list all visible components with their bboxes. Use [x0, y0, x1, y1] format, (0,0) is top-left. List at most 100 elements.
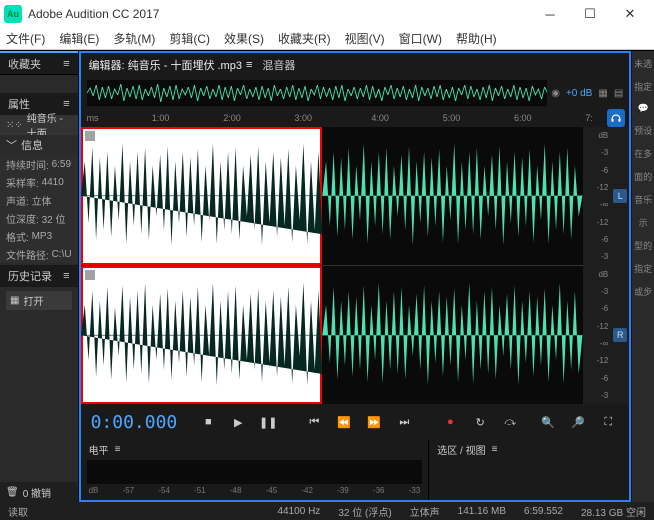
mixer-tab-label: 混音器	[262, 57, 295, 73]
right-item: 面的	[634, 170, 652, 183]
headphone-icon[interactable]	[607, 109, 625, 127]
right-item[interactable]: 预设	[634, 124, 652, 137]
info-section-header[interactable]: ﹀ 信息	[0, 135, 78, 155]
loop-button[interactable]: ↻	[469, 412, 491, 432]
right-item[interactable]: 指定	[634, 80, 652, 93]
window-title: Adobe Audition CC 2017	[28, 7, 530, 21]
editor-tab[interactable]: 编辑器: 纯音乐 - 十面埋伏 .mp3 ≡	[89, 57, 253, 73]
status-channels: 立体声	[410, 504, 440, 519]
channel-badges: L R	[611, 127, 629, 404]
status-samplerate: 44100 Hz	[278, 506, 321, 517]
menu-bar: 文件(F) 编辑(E) 多轨(M) 剪辑(C) 效果(S) 收藏夹(R) 视图(…	[0, 28, 654, 50]
waveform-area[interactable]: dB-3-6-12-∞-12-6-3 dB-3-6-12-∞-12-6-3 L …	[81, 127, 630, 404]
undo-count-label: 0 撤销	[23, 485, 51, 500]
document-icon: ▦	[10, 295, 19, 306]
menu-effects[interactable]: 效果(S)	[224, 30, 264, 47]
menu-view[interactable]: 视图(V)	[345, 30, 385, 47]
overview-bar: ◉ +0 dB ▦ ▤	[81, 77, 630, 109]
levels-panel: 电平≡ dB-57-54-51-48-45-42-39-36-33	[81, 440, 430, 500]
history-item-open[interactable]: ▦ 打开	[6, 291, 72, 310]
info-channels: 声道: 立体	[0, 191, 78, 209]
left-channel-button[interactable]: L	[613, 189, 627, 203]
status-bar: 读取 44100 Hz 32 位 (浮点) 立体声 141.16 MB 6:59…	[0, 502, 654, 520]
menu-window[interactable]: 窗口(W)	[399, 30, 442, 47]
skip-selection-button[interactable]: ⤼	[499, 412, 521, 432]
right-item: 型的	[634, 239, 652, 252]
right-item[interactable]: 未选	[634, 57, 652, 70]
levels-label: 电平	[89, 442, 109, 457]
right-item: 在多	[634, 147, 652, 160]
waveform-left-channel[interactable]	[81, 127, 584, 266]
mixer-tab[interactable]: 混音器	[262, 57, 295, 73]
tick: 1:00	[152, 113, 170, 123]
tab-menu-icon[interactable]: ≡	[246, 59, 252, 71]
app-icon: Au	[4, 5, 22, 23]
waveform-icon: ⁙⁘	[6, 120, 23, 131]
right-channel-button[interactable]: R	[613, 328, 627, 342]
menu-favorites[interactable]: 收藏夹(R)	[278, 30, 331, 47]
status-read: 读取	[8, 504, 28, 519]
info-samplerate: 采样率: 4410	[0, 173, 78, 191]
time-ruler[interactable]: ms 1:00 2:00 3:00 4:00 5:00 6:00 7:	[81, 109, 630, 127]
play-button[interactable]: ▶	[227, 412, 249, 432]
tick: 6:00	[514, 113, 532, 123]
maximize-button[interactable]: ☐	[570, 0, 610, 28]
time-unit: ms	[87, 113, 99, 123]
transport-bar: 0:00.000 ■ ▶ ❚❚ ⏮ ⏪ ⏩ ⏭ ● ↻ ⤼ 🔍 🔎 ⛶	[81, 404, 630, 440]
selection-view-label: 选区 / 视图	[437, 442, 485, 457]
spectral-toggle-icon[interactable]: ▦	[598, 88, 607, 99]
pitch-toggle-icon[interactable]: ▤	[614, 88, 623, 99]
chevron-down-icon: ﹀	[6, 137, 17, 153]
menu-edit[interactable]: 编辑(E)	[59, 30, 99, 47]
chat-icon[interactable]: 💬	[638, 103, 649, 114]
goto-end-button[interactable]: ⏭	[393, 412, 415, 432]
menu-file[interactable]: 文件(F)	[6, 30, 45, 47]
close-button[interactable]: ✕	[610, 0, 650, 28]
favorites-panel-tab[interactable]: 收藏夹 ≡	[0, 51, 78, 75]
timecode-display[interactable]: 0:00.000	[91, 412, 178, 433]
zoom-out-button[interactable]: 🔎	[567, 412, 589, 432]
menu-help[interactable]: 帮助(H)	[456, 30, 497, 47]
info-path: 文件路径: C:\U	[0, 245, 78, 263]
stop-button[interactable]: ■	[197, 412, 219, 432]
tick: 2:00	[223, 113, 241, 123]
tick: 7:	[585, 113, 593, 123]
undo-footer: 🗑 0 撤销	[0, 482, 78, 502]
menu-multitrack[interactable]: 多轨(M)	[113, 30, 155, 47]
history-label: 历史记录	[8, 268, 52, 284]
waveform-right-channel[interactable]	[81, 266, 584, 405]
level-scale: dB-57-54-51-48-45-42-39-36-33	[81, 486, 429, 500]
editor-tab-label: 编辑器: 纯音乐 - 十面埋伏 .mp3	[89, 57, 242, 73]
goto-start-button[interactable]: ⏮	[303, 412, 325, 432]
history-item-label: 打开	[23, 293, 43, 308]
status-filesize: 141.16 MB	[458, 506, 506, 517]
status-duration: 6:59.552	[524, 506, 563, 517]
gain-knob-icon[interactable]: ◉	[551, 88, 560, 99]
info-format: 格式: MP3	[0, 227, 78, 245]
tick: 5:00	[443, 113, 461, 123]
history-panel-tab[interactable]: 历史记录 ≡	[0, 265, 78, 287]
zoom-in-button[interactable]: 🔍	[537, 412, 559, 432]
menu-clip[interactable]: 剪辑(C)	[169, 30, 210, 47]
info-duration: 持续时间: 6:59	[0, 155, 78, 173]
zoom-full-button[interactable]: ⛶	[597, 412, 619, 432]
record-button[interactable]: ●	[439, 412, 461, 432]
tick: 3:00	[295, 113, 313, 123]
left-sidebar: 收藏夹 ≡ 属性 ≡ ⁙⁘ 纯音乐 - 十面 ﹀ 信息 持续时间: 6:59 采…	[0, 51, 79, 502]
status-disk: 28.13 GB 空闲	[581, 504, 646, 519]
level-meter[interactable]	[87, 460, 423, 484]
minimize-button[interactable]: ─	[530, 0, 570, 28]
info-header-label: 信息	[21, 137, 43, 153]
rewind-button[interactable]: ⏪	[333, 412, 355, 432]
pause-button[interactable]: ❚❚	[257, 412, 279, 432]
status-bitdepth: 32 位 (浮点)	[338, 504, 391, 519]
overview-waveform[interactable]	[87, 80, 548, 106]
editor-panel: 编辑器: 纯音乐 - 十面埋伏 .mp3 ≡ 混音器 ◉ +0 dB	[79, 51, 632, 502]
favorites-label: 收藏夹	[8, 56, 41, 72]
gain-value[interactable]: +0 dB	[566, 88, 592, 99]
tick: 4:00	[371, 113, 389, 123]
trash-icon[interactable]: 🗑	[6, 487, 19, 498]
fast-forward-button[interactable]: ⏩	[363, 412, 385, 432]
info-rows: 持续时间: 6:59 采样率: 4410 声道: 立体 位深度: 32 位 格式…	[0, 155, 78, 263]
window-titlebar: Au Adobe Audition CC 2017 ─ ☐ ✕	[0, 0, 654, 28]
